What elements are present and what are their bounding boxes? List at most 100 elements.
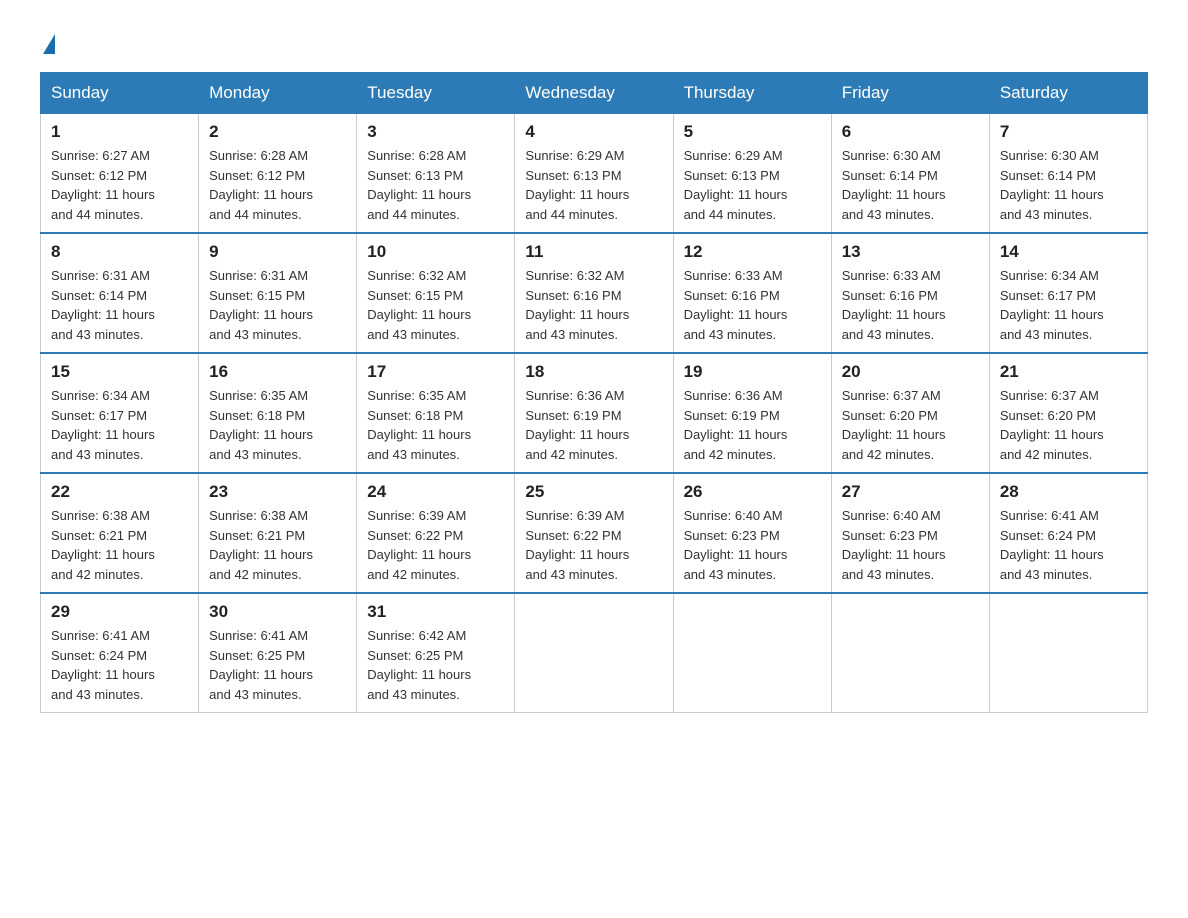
day-cell: 27Sunrise: 6:40 AMSunset: 6:23 PMDayligh…	[831, 473, 989, 593]
day-cell: 2 Sunrise: 6:28 AMSunset: 6:12 PMDaylight…	[199, 114, 357, 234]
header-cell-sunday: Sunday	[41, 73, 199, 114]
day-cell: 18 Sunrise: 6:36 AMSunset: 6:19 PMDayligh…	[515, 353, 673, 473]
day-number: 23	[209, 482, 346, 502]
page-header	[40, 30, 1148, 52]
day-cell: 30Sunrise: 6:41 AMSunset: 6:25 PMDayligh…	[199, 593, 357, 713]
day-cell: 28Sunrise: 6:41 AMSunset: 6:24 PMDayligh…	[989, 473, 1147, 593]
week-row-1: 1 Sunrise: 6:27 AMSunset: 6:12 PMDaylight…	[41, 114, 1148, 234]
day-cell: 12 Sunrise: 6:33 AMSunset: 6:16 PMDayligh…	[673, 233, 831, 353]
day-cell: 3 Sunrise: 6:28 AMSunset: 6:13 PMDaylight…	[357, 114, 515, 234]
day-cell: 13 Sunrise: 6:33 AMSunset: 6:16 PMDayligh…	[831, 233, 989, 353]
day-cell: 8Sunrise: 6:31 AMSunset: 6:14 PMDaylight…	[41, 233, 199, 353]
header-cell-tuesday: Tuesday	[357, 73, 515, 114]
day-cell: 9 Sunrise: 6:31 AMSunset: 6:15 PMDaylight…	[199, 233, 357, 353]
day-number: 1	[51, 122, 188, 142]
header-cell-friday: Friday	[831, 73, 989, 114]
day-info: Sunrise: 6:32 AMSunset: 6:16 PMDaylight:…	[525, 266, 662, 344]
day-number: 26	[684, 482, 821, 502]
day-info: Sunrise: 6:30 AMSunset: 6:14 PMDaylight:…	[1000, 146, 1137, 224]
day-info: Sunrise: 6:28 AMSunset: 6:13 PMDaylight:…	[367, 146, 504, 224]
day-info: Sunrise: 6:36 AMSunset: 6:19 PMDaylight:…	[684, 386, 821, 464]
day-info: Sunrise: 6:39 AMSunset: 6:22 PMDaylight:…	[525, 506, 662, 584]
header-cell-thursday: Thursday	[673, 73, 831, 114]
day-number: 30	[209, 602, 346, 622]
day-cell	[515, 593, 673, 713]
day-cell: 16Sunrise: 6:35 AMSunset: 6:18 PMDayligh…	[199, 353, 357, 473]
day-info: Sunrise: 6:30 AMSunset: 6:14 PMDaylight:…	[842, 146, 979, 224]
calendar-header: SundayMondayTuesdayWednesdayThursdayFrid…	[41, 73, 1148, 114]
day-cell: 24Sunrise: 6:39 AMSunset: 6:22 PMDayligh…	[357, 473, 515, 593]
day-cell: 11 Sunrise: 6:32 AMSunset: 6:16 PMDayligh…	[515, 233, 673, 353]
day-info: Sunrise: 6:28 AMSunset: 6:12 PMDaylight:…	[209, 146, 346, 224]
day-cell	[989, 593, 1147, 713]
day-info: Sunrise: 6:38 AMSunset: 6:21 PMDaylight:…	[51, 506, 188, 584]
day-info: Sunrise: 6:31 AMSunset: 6:15 PMDaylight:…	[209, 266, 346, 344]
week-row-2: 8Sunrise: 6:31 AMSunset: 6:14 PMDaylight…	[41, 233, 1148, 353]
day-info: Sunrise: 6:40 AMSunset: 6:23 PMDaylight:…	[684, 506, 821, 584]
header-cell-monday: Monday	[199, 73, 357, 114]
day-info: Sunrise: 6:33 AMSunset: 6:16 PMDaylight:…	[684, 266, 821, 344]
day-cell: 5Sunrise: 6:29 AMSunset: 6:13 PMDaylight…	[673, 114, 831, 234]
day-info: Sunrise: 6:32 AMSunset: 6:15 PMDaylight:…	[367, 266, 504, 344]
day-number: 25	[525, 482, 662, 502]
day-info: Sunrise: 6:33 AMSunset: 6:16 PMDaylight:…	[842, 266, 979, 344]
day-number: 14	[1000, 242, 1137, 262]
day-number: 13	[842, 242, 979, 262]
day-number: 29	[51, 602, 188, 622]
day-cell: 25 Sunrise: 6:39 AMSunset: 6:22 PMDayligh…	[515, 473, 673, 593]
logo	[40, 30, 55, 52]
day-cell: 7 Sunrise: 6:30 AMSunset: 6:14 PMDaylight…	[989, 114, 1147, 234]
day-info: Sunrise: 6:29 AMSunset: 6:13 PMDaylight:…	[525, 146, 662, 224]
calendar-body: 1 Sunrise: 6:27 AMSunset: 6:12 PMDaylight…	[41, 114, 1148, 713]
logo-triangle-icon	[43, 34, 55, 54]
day-info: Sunrise: 6:29 AMSunset: 6:13 PMDaylight:…	[684, 146, 821, 224]
day-number: 10	[367, 242, 504, 262]
day-number: 16	[209, 362, 346, 382]
day-number: 2	[209, 122, 346, 142]
day-cell: 20Sunrise: 6:37 AMSunset: 6:20 PMDayligh…	[831, 353, 989, 473]
header-cell-saturday: Saturday	[989, 73, 1147, 114]
day-number: 9	[209, 242, 346, 262]
day-cell: 29 Sunrise: 6:41 AMSunset: 6:24 PMDayligh…	[41, 593, 199, 713]
day-number: 11	[525, 242, 662, 262]
day-info: Sunrise: 6:35 AMSunset: 6:18 PMDaylight:…	[367, 386, 504, 464]
day-info: Sunrise: 6:39 AMSunset: 6:22 PMDaylight:…	[367, 506, 504, 584]
day-info: Sunrise: 6:34 AMSunset: 6:17 PMDaylight:…	[51, 386, 188, 464]
day-cell: 23 Sunrise: 6:38 AMSunset: 6:21 PMDayligh…	[199, 473, 357, 593]
day-number: 21	[1000, 362, 1137, 382]
day-number: 4	[525, 122, 662, 142]
day-number: 31	[367, 602, 504, 622]
day-cell: 21 Sunrise: 6:37 AMSunset: 6:20 PMDayligh…	[989, 353, 1147, 473]
day-number: 12	[684, 242, 821, 262]
day-number: 15	[51, 362, 188, 382]
day-number: 19	[684, 362, 821, 382]
day-number: 20	[842, 362, 979, 382]
week-row-4: 22Sunrise: 6:38 AMSunset: 6:21 PMDayligh…	[41, 473, 1148, 593]
day-number: 18	[525, 362, 662, 382]
day-cell: 26 Sunrise: 6:40 AMSunset: 6:23 PMDayligh…	[673, 473, 831, 593]
day-number: 6	[842, 122, 979, 142]
day-number: 3	[367, 122, 504, 142]
day-info: Sunrise: 6:41 AMSunset: 6:24 PMDaylight:…	[51, 626, 188, 704]
day-cell: 4 Sunrise: 6:29 AMSunset: 6:13 PMDaylight…	[515, 114, 673, 234]
week-row-3: 15 Sunrise: 6:34 AMSunset: 6:17 PMDayligh…	[41, 353, 1148, 473]
day-number: 7	[1000, 122, 1137, 142]
day-number: 27	[842, 482, 979, 502]
day-info: Sunrise: 6:37 AMSunset: 6:20 PMDaylight:…	[1000, 386, 1137, 464]
day-cell: 15 Sunrise: 6:34 AMSunset: 6:17 PMDayligh…	[41, 353, 199, 473]
day-info: Sunrise: 6:34 AMSunset: 6:17 PMDaylight:…	[1000, 266, 1137, 344]
day-cell	[831, 593, 989, 713]
day-cell: 6 Sunrise: 6:30 AMSunset: 6:14 PMDaylight…	[831, 114, 989, 234]
header-row: SundayMondayTuesdayWednesdayThursdayFrid…	[41, 73, 1148, 114]
week-row-5: 29 Sunrise: 6:41 AMSunset: 6:24 PMDayligh…	[41, 593, 1148, 713]
day-info: Sunrise: 6:36 AMSunset: 6:19 PMDaylight:…	[525, 386, 662, 464]
day-info: Sunrise: 6:31 AMSunset: 6:14 PMDaylight:…	[51, 266, 188, 344]
day-cell: 1 Sunrise: 6:27 AMSunset: 6:12 PMDaylight…	[41, 114, 199, 234]
day-info: Sunrise: 6:38 AMSunset: 6:21 PMDaylight:…	[209, 506, 346, 584]
day-cell: 17Sunrise: 6:35 AMSunset: 6:18 PMDayligh…	[357, 353, 515, 473]
header-cell-wednesday: Wednesday	[515, 73, 673, 114]
day-cell	[673, 593, 831, 713]
day-info: Sunrise: 6:27 AMSunset: 6:12 PMDaylight:…	[51, 146, 188, 224]
day-cell: 14 Sunrise: 6:34 AMSunset: 6:17 PMDayligh…	[989, 233, 1147, 353]
day-cell: 10 Sunrise: 6:32 AMSunset: 6:15 PMDayligh…	[357, 233, 515, 353]
